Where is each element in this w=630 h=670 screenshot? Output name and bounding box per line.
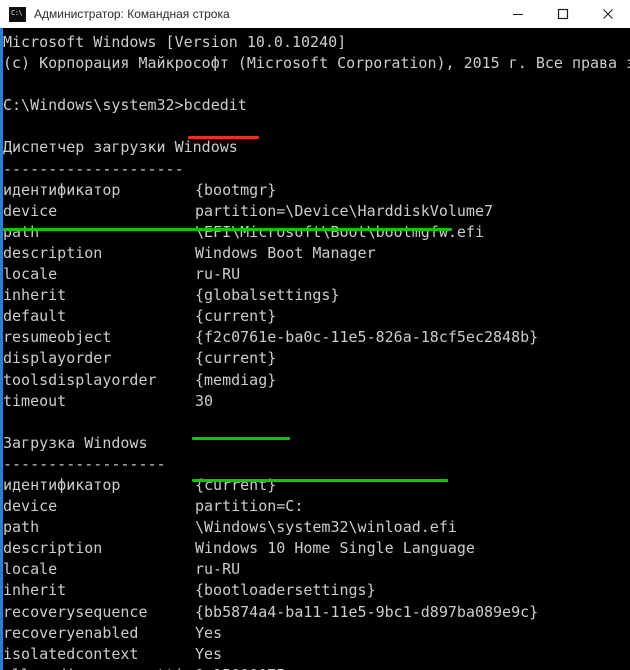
entry-value: {bootloadersettings} (195, 581, 376, 600)
console-icon (9, 6, 26, 22)
section-title-bootloader: Загрузка Windows (3, 433, 148, 452)
entry-row: resumeobject {f2c0761e-ba0c-11e5-826a-18c… (3, 327, 630, 348)
maximize-icon (557, 8, 568, 20)
minimize-button[interactable] (495, 0, 540, 28)
entry-row: inherit {globalsettings} (3, 285, 630, 306)
entry-row: description Windows 10 Home Single Langua… (3, 538, 630, 559)
maximize-button[interactable] (540, 0, 585, 28)
entry-row: default {current} (3, 306, 630, 327)
close-icon (602, 9, 613, 19)
underline-description-windows-10 (192, 479, 448, 482)
minimize-icon (512, 14, 523, 15)
section-rule-bootmgr: -------------------- (3, 159, 184, 178)
entry-value: {current} (195, 349, 277, 368)
entry-key: inherit (3, 581, 67, 600)
entry-value: {f2c0761e-ba0c-11e5-826a-18cf5ec2848b} (195, 328, 539, 347)
entry-key: description (3, 243, 103, 262)
entry-value: \Windows\system32\winload.efi (195, 518, 457, 537)
entry-value: \EFI\Microsoft\Boot\bootmgfw.efi (195, 222, 484, 241)
entry-key: description (3, 539, 103, 558)
underline-bootmgr-path (3, 228, 452, 231)
window-controls (495, 0, 630, 28)
entry-key: displayorder (3, 349, 112, 368)
entry-key: идентификатор (3, 475, 121, 494)
command-prompt-window: Администратор: Командная строка (0, 0, 630, 670)
entry-value: partition=\Device\HarddiskVolume7 (195, 201, 494, 220)
entry-key: locale (3, 560, 58, 579)
entry-key: locale (3, 265, 58, 284)
entry-row: description Windows Boot Manager (3, 243, 630, 264)
entry-row: идентификатор {bootmgr} (3, 180, 630, 201)
entry-value: ru-RU (195, 560, 241, 579)
entry-row: isolatedcontext Yes (3, 644, 630, 665)
entry-row: device partition=C: (3, 496, 630, 517)
entry-key: toolsdisplayorder (3, 370, 157, 389)
entry-key: isolatedcontext (3, 644, 139, 663)
entry-key: timeout (3, 391, 67, 410)
entry-row: recoveryenabled Yes (3, 623, 630, 644)
copyright-line: (c) Корпорация Майкрософт (Microsoft Cor… (3, 54, 630, 73)
entry-key: device (3, 201, 58, 220)
entry-key: recoverysequence (3, 602, 148, 621)
entry-value: Yes (195, 644, 223, 663)
entry-key: device (3, 497, 58, 516)
entry-row: locale ru-RU (3, 559, 630, 580)
entry-value: Windows Boot Manager (195, 243, 376, 262)
entry-value: {current} (195, 307, 277, 326)
entry-key: идентификатор (3, 180, 121, 199)
command-text: bcdedit (183, 96, 247, 115)
entry-value: 0x15000075 (195, 666, 285, 670)
entry-row: timeout 30 (3, 391, 630, 412)
console-text: Microsoft Windows [Version 10.0.10240] (… (3, 32, 630, 670)
entry-key: default (3, 307, 67, 326)
close-button[interactable] (585, 0, 630, 28)
entry-key: allowedinmemorysettings (3, 665, 211, 670)
entry-value: {globalsettings} (195, 286, 340, 305)
entry-row: path \EFI\Microsoft\Boot\bootmgfw.efi (3, 222, 630, 243)
entry-value: {memdiag} (195, 370, 277, 389)
entry-row: recoverysequence {bb5874a4-ba11-11e5-9bc1… (3, 602, 630, 623)
underline-device-partition-c (192, 437, 290, 440)
entry-key: recoveryenabled (3, 623, 139, 642)
entry-key: path (3, 518, 40, 537)
entry-value: {bb5874a4-ba11-11e5-9bc1-d897ba089e9c} (195, 602, 539, 621)
entry-value: {bootmgr} (195, 180, 277, 199)
section-rule-bootloader: ------------------ (3, 454, 166, 473)
entry-row: device partition=\Device\HarddiskVolume7 (3, 201, 630, 222)
entry-value: 30 (195, 391, 214, 410)
entry-value: partition=C: (195, 497, 304, 516)
entry-row: path \Windows\system32\winload.efi (3, 517, 630, 538)
prompt-text: C:\Windows\system32> (3, 96, 184, 115)
console-output-area[interactable]: Microsoft Windows [Version 10.0.10240] (… (0, 28, 630, 670)
entry-row: displayorder {current} (3, 348, 630, 369)
entry-value: ru-RU (195, 265, 241, 284)
section-title-bootmgr: Диспетчер загрузки Windows (3, 138, 238, 157)
entry-row: locale ru-RU (3, 264, 630, 285)
version-line: Microsoft Windows [Version 10.0.10240] (3, 33, 347, 51)
entry-row: inherit {bootloadersettings} (3, 580, 630, 601)
window-title: Администратор: Командная строка (34, 7, 230, 21)
underline-command-bcdedit (188, 136, 259, 139)
entry-key: path (3, 222, 40, 241)
entry-key: inherit (3, 286, 67, 305)
entry-row: allowedinmemorysettings0x15000075 (3, 665, 630, 670)
command-line: C:\Windows\system32>bcdedit (3, 95, 630, 116)
entry-key: resumeobject (3, 328, 112, 347)
entry-row: toolsdisplayorder {memdiag} (3, 370, 630, 391)
title-bar[interactable]: Администратор: Командная строка (0, 0, 630, 28)
entry-value: Windows 10 Home Single Language (195, 539, 475, 558)
entry-value: Yes (195, 623, 223, 642)
